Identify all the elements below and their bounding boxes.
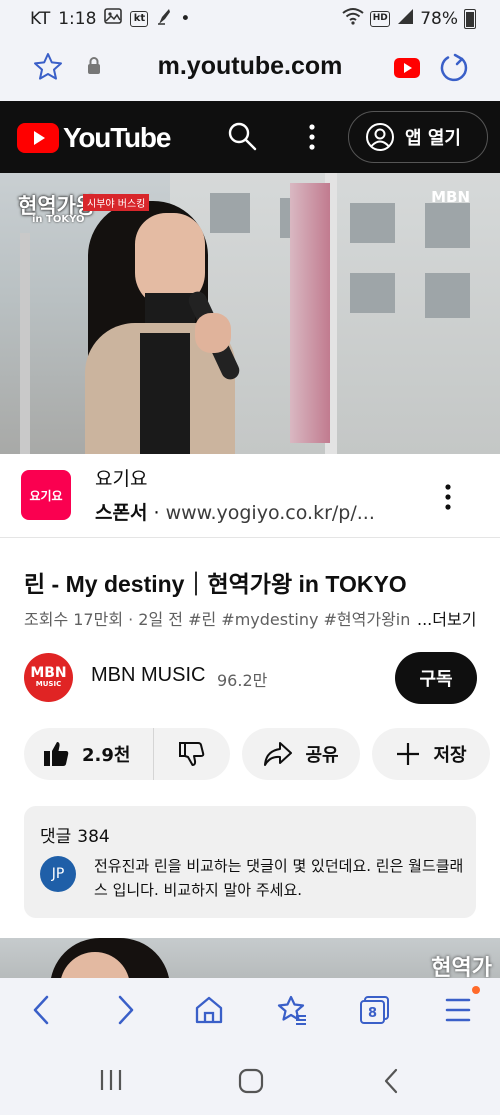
home-button-icon[interactable] — [237, 1067, 265, 1099]
save-button[interactable]: 저장 — [372, 728, 490, 780]
share-label: 공유 — [305, 745, 339, 766]
youtube-logo[interactable]: YouTube — [17, 122, 171, 154]
more-description-link[interactable]: ...더보기 — [417, 606, 476, 630]
video-player[interactable]: 현역가왕 in TOKYO 시부야 버스킹 MBN — [0, 173, 500, 454]
menu-notification-dot — [472, 986, 480, 994]
subscriber-count: 96.2만 — [217, 671, 268, 690]
bookmarks-icon[interactable] — [276, 994, 308, 1030]
carrier-label: KT — [30, 8, 51, 29]
battery-icon — [464, 8, 476, 29]
dislike-button[interactable] — [154, 728, 230, 780]
home-icon[interactable] — [193, 994, 225, 1030]
recent-apps-icon[interactable] — [98, 1067, 124, 1097]
commenter-avatar: JP — [40, 856, 76, 892]
ad-logo: 요기요 — [21, 470, 71, 520]
tab-count: 8 — [368, 1006, 377, 1021]
quill-icon — [156, 7, 172, 30]
channel-avatar[interactable]: MBN MUSIC — [24, 653, 73, 702]
youtube-header: YouTube 앱 열기 — [0, 101, 500, 173]
status-bar: KT 1:18 kt • HD 78% — [0, 0, 500, 36]
channel-avatar-text: MBN — [30, 665, 67, 681]
next-video-thumbnail[interactable]: 현역가 — [0, 938, 500, 978]
gallery-icon — [104, 8, 123, 29]
menu-icon[interactable] — [444, 994, 472, 1030]
search-icon[interactable] — [227, 121, 257, 155]
clock: 1:18 — [58, 8, 97, 29]
ad-sponsor-line: 스폰서 · www.yogiyo.co.kr/p/... — [95, 498, 375, 525]
video-overlay-tag: 시부야 버스킹 — [83, 194, 150, 211]
like-count: 2.9천 — [82, 745, 131, 766]
video-info: 린 - My destiny｜현역가왕 in TOKYO 조회수 17만회 · … — [0, 538, 500, 938]
share-icon — [264, 742, 293, 766]
youtube-play-icon — [17, 123, 59, 153]
status-right: HD 78% — [342, 7, 476, 30]
comments-count: 384 — [77, 827, 110, 847]
signal-icon — [396, 7, 414, 30]
system-navigation-bar — [0, 1040, 500, 1115]
video-overlay-sub: in TOKYO — [32, 214, 85, 225]
browser-bottom-bar: 8 — [0, 978, 500, 1040]
subscribe-button[interactable]: 구독 — [395, 652, 477, 704]
browser-url-bar: m.youtube.com — [0, 36, 500, 101]
comments-preview[interactable]: 댓글 384 JP 전유진과 린을 비교하는 댓글이 몇 있던데요. 린은 월드클… — [24, 806, 476, 918]
next-video-overlay-logo: 현역가 — [431, 956, 492, 978]
notification-dot: • — [180, 8, 191, 29]
like-dislike-pill: 2.9천 — [24, 728, 230, 780]
sponsor-label: 스폰서 — [95, 502, 148, 524]
thumbs-down-icon — [179, 742, 205, 766]
youtube-app-icon[interactable] — [394, 58, 420, 82]
plus-icon — [397, 743, 420, 765]
open-app-label: 앱 열기 — [405, 128, 461, 149]
youtube-wordmark: YouTube — [63, 122, 171, 153]
hd-icon: HD — [370, 10, 391, 27]
video-title[interactable]: 린 - My destiny｜현역가왕 in TOKYO — [24, 565, 407, 599]
kt-app-icon: kt — [130, 10, 149, 27]
channel-name[interactable]: MBN MUSIC — [91, 664, 205, 687]
status-left: KT 1:18 kt • — [30, 7, 190, 30]
comments-header: 댓글 384 — [40, 822, 110, 847]
sponsored-ad[interactable]: 요기요 요기요 스폰서 · www.yogiyo.co.kr/p/... — [0, 454, 500, 538]
ad-url: www.yogiyo.co.kr/p/... — [165, 502, 375, 524]
comments-label: 댓글 — [40, 827, 72, 847]
like-button[interactable]: 2.9천 — [24, 728, 154, 780]
battery-percent: 78% — [420, 8, 458, 29]
system-back-icon[interactable] — [380, 1067, 402, 1099]
ad-separator: · — [153, 502, 160, 524]
save-label: 저장 — [433, 745, 467, 766]
forward-icon[interactable] — [115, 994, 137, 1030]
tabs-icon[interactable]: 8 — [358, 994, 392, 1030]
broadcaster-watermark: MBN — [431, 188, 470, 206]
ad-more-icon[interactable] — [438, 482, 458, 516]
back-icon[interactable] — [30, 994, 52, 1030]
ad-title: 요기요 — [95, 468, 148, 490]
thumbs-up-icon — [44, 742, 69, 766]
open-app-button[interactable]: 앱 열기 — [348, 111, 488, 163]
reload-icon[interactable] — [438, 52, 470, 88]
account-icon — [366, 123, 394, 151]
address-field[interactable]: m.youtube.com — [0, 52, 500, 81]
channel-avatar-subtext: MUSIC — [35, 680, 62, 688]
share-button[interactable]: 공유 — [242, 728, 360, 780]
video-meta[interactable]: 조회수 17만회 · 2일 전 #린 #mydestiny #현역가왕in — [24, 606, 414, 630]
top-comment-text: 전유진과 린을 비교하는 댓글이 몇 있던데요. 린은 월드클래스 입니다. 비… — [94, 857, 464, 899]
more-vert-icon[interactable] — [302, 121, 322, 157]
wifi-icon — [342, 7, 364, 30]
